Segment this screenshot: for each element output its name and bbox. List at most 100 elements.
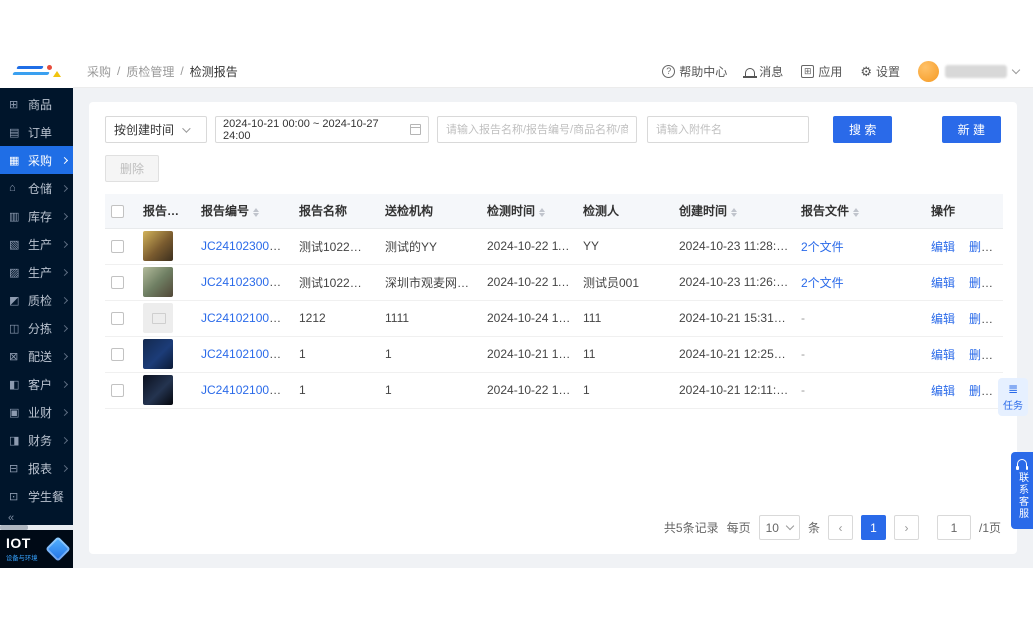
report-image[interactable] [143, 267, 173, 297]
sidebar-item-goods[interactable]: ⊞ 商品 [0, 90, 73, 118]
sidebar-item-label: 生产 [28, 265, 53, 280]
sidebar-item-business-finance[interactable]: ▣ 业财 [0, 398, 73, 426]
edit-link[interactable]: 编辑 [931, 312, 955, 326]
keyword-input[interactable] [437, 116, 637, 143]
sidebar-item-production-1[interactable]: ▧ 生产 [0, 230, 73, 258]
cell-actions: 编辑 删除 [925, 264, 1003, 301]
contact-service-floating-button[interactable]: 联系客服 [1011, 452, 1033, 529]
per-page-label: 每页 [726, 521, 751, 535]
column-test-time[interactable]: 检测时间 [481, 194, 577, 229]
page-jump-input[interactable]: 1 [936, 515, 971, 540]
column-report-name: 报告名称 [293, 194, 379, 229]
page-size-value: 10 [765, 520, 779, 535]
sidebar-item-sorting[interactable]: ◫ 分拣 [0, 314, 73, 342]
breadcrumb-separator: / [117, 64, 121, 78]
user-menu[interactable] [918, 60, 1021, 82]
report-no-link[interactable]: JC24102100005 [201, 311, 289, 325]
sidebar-item-inventory[interactable]: ▥ 库存 [0, 202, 73, 230]
report-no-link[interactable]: JC24102300005 [201, 275, 289, 289]
report-image[interactable] [143, 375, 173, 405]
apps-button[interactable]: ⊞ 应用 [801, 63, 842, 80]
report-image[interactable] [143, 231, 173, 261]
report-image[interactable] [143, 303, 173, 333]
chevron-right-icon [60, 240, 69, 248]
row-checkbox[interactable] [111, 384, 124, 398]
sidebar-item-label: 客户 [28, 377, 53, 392]
sidebar-item-customers[interactable]: ◧ 客户 [0, 370, 73, 398]
scrollbar-thumb[interactable] [0, 525, 28, 530]
horizontal-scrollbar[interactable] [0, 525, 73, 530]
sidebar-item-orders[interactable]: ▤ 订单 [0, 118, 73, 146]
search-button[interactable]: 搜 索 [833, 116, 893, 143]
edit-link[interactable]: 编辑 [931, 276, 955, 290]
cell-report-name: 1212 [293, 300, 379, 337]
column-created-time[interactable]: 创建时间 [673, 194, 795, 229]
report-no-link[interactable]: JC24102300006 [201, 239, 289, 253]
sidebar-item-warehouse[interactable]: ⌂ 仓储 [0, 174, 73, 202]
sort-icon[interactable] [853, 207, 860, 217]
page-size-select[interactable]: 10 [758, 515, 800, 540]
cell-report-name: 1 [293, 336, 379, 373]
files-link[interactable]: 2个文件 [801, 276, 844, 290]
row-checkbox[interactable] [111, 276, 124, 290]
current-page-button[interactable]: 1 [860, 515, 886, 540]
date-range-input[interactable]: 2024-10-21 00:00 ~ 2024-10-27 24:00 [215, 116, 429, 143]
sidebar-item-production-2[interactable]: ▨ 生产 [0, 258, 73, 286]
sidebar-item-quality[interactable]: ◩ 质检 [0, 286, 73, 314]
breadcrumb-purchase[interactable]: 采购 [87, 63, 111, 80]
chevron-right-icon [60, 184, 69, 192]
chevron-right-icon [60, 324, 69, 332]
row-checkbox[interactable] [111, 312, 124, 326]
files-link[interactable]: 2个文件 [801, 240, 844, 254]
delete-link[interactable]: 删除 [969, 276, 993, 290]
row-checkbox[interactable] [111, 348, 124, 362]
sidebar-item-label: 业财 [28, 405, 53, 420]
delete-link[interactable]: 删除 [969, 240, 993, 254]
attachment-name-input[interactable] [647, 116, 809, 143]
app-logo[interactable] [0, 55, 73, 88]
sidebar-item-student-meal[interactable]: ⊡ 学生餐 [0, 482, 73, 510]
sidebar-item-reports[interactable]: ⊟ 报表 [0, 454, 73, 482]
help-center-button[interactable]: ? 帮助中心 [662, 63, 727, 80]
sidebar-item-purchase[interactable]: ▦ 采购 [0, 146, 73, 174]
avatar[interactable] [918, 60, 939, 82]
collapse-sidebar-button[interactable]: « [0, 511, 73, 525]
sidebar-item-label: 生产 [28, 237, 53, 252]
delete-link[interactable]: 删除 [969, 312, 993, 326]
select-all-checkbox[interactable] [111, 204, 124, 218]
breadcrumb-quality-mgmt[interactable]: 质检管理 [126, 63, 174, 80]
messages-button[interactable]: 消息 [743, 63, 783, 80]
screenshot-stage: ⊞ 商品 ▤ 订单 ▦ 采购 ⌂ 仓储 ▥ 库存 ▧ 生产 ▨ 生产 ◩ 质检 ◫ 分拣 ⊠ 配送 … [0, 0, 1033, 622]
sidebar-item-finance[interactable]: ◨ 财务 [0, 426, 73, 454]
delete-link[interactable]: 删除 [969, 348, 993, 362]
prev-page-button[interactable]: ‹ [827, 515, 853, 540]
settings-label: 设置 [875, 64, 900, 79]
sidebar-item-label: 配送 [28, 349, 53, 364]
delete-link[interactable]: 删除 [969, 384, 993, 398]
task-floating-button[interactable]: ≣ 任务 [998, 378, 1028, 416]
edit-link[interactable]: 编辑 [931, 384, 955, 398]
report-no-link[interactable]: JC24102100001 [201, 383, 289, 397]
date-range-value: 2024-10-21 00:00 ~ 2024-10-27 24:00 [223, 117, 379, 142]
cell-report-image [137, 336, 195, 373]
next-page-button[interactable]: › [893, 515, 919, 540]
delete-selected-button[interactable]: 删除 [105, 155, 160, 182]
settings-button[interactable]: ⚙ 设置 [860, 63, 900, 80]
row-checkbox[interactable] [111, 240, 124, 254]
time-type-select[interactable]: 按创建时间 [105, 116, 207, 143]
sort-icon[interactable] [253, 207, 260, 217]
create-button[interactable]: 新 建 [941, 116, 1001, 143]
sidebar-item-delivery[interactable]: ⊠ 配送 [0, 342, 73, 370]
cell-inspection-org: 1111 [379, 300, 481, 337]
report-no-link[interactable]: JC24102100003 [201, 347, 289, 361]
column-report-no[interactable]: 报告编号 [195, 194, 293, 229]
cell-inspection-org: 深圳市观麦网络科技 [379, 264, 481, 301]
chevron-right-icon [60, 436, 69, 444]
edit-link[interactable]: 编辑 [931, 348, 955, 362]
sort-icon[interactable] [539, 207, 546, 217]
sort-icon[interactable] [731, 207, 738, 217]
edit-link[interactable]: 编辑 [931, 240, 955, 254]
column-report-files[interactable]: 报告文件 [795, 194, 925, 229]
cell-created-time: 2024-10-23 11:26:32 [673, 264, 795, 301]
report-image[interactable] [143, 339, 173, 369]
